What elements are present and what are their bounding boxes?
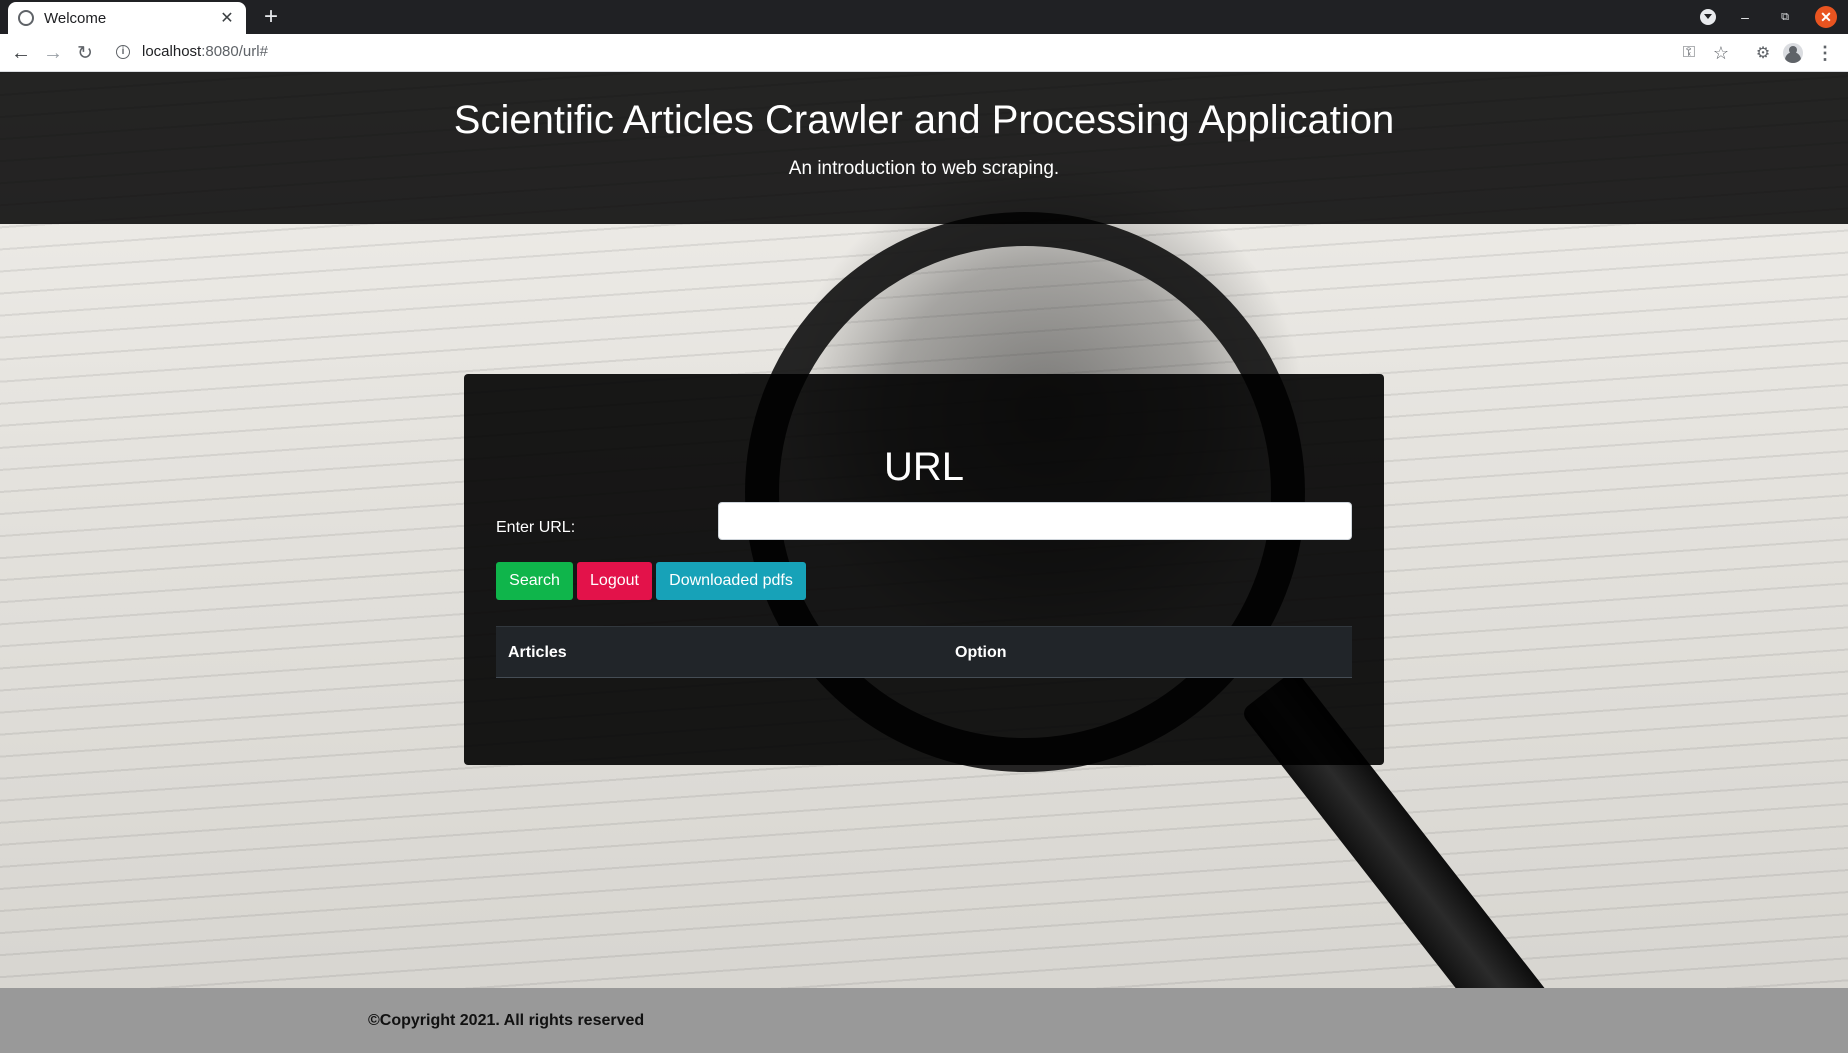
url-host: localhost xyxy=(142,43,202,60)
address-bar[interactable]: localhost:8080/url# xyxy=(142,43,268,60)
restore-icon[interactable]: ⧉ xyxy=(1772,0,1798,34)
close-icon: ✕ xyxy=(1815,6,1837,28)
kebab-menu-icon[interactable]: ⋮ xyxy=(1812,40,1838,66)
page-body: Scientific Articles Crawler and Processi… xyxy=(0,72,1848,1053)
url-input[interactable] xyxy=(718,502,1352,540)
tab-close-icon[interactable]: ✕ xyxy=(218,8,236,28)
url-path: :8080/url# xyxy=(201,43,268,60)
reload-icon[interactable]: ↻ xyxy=(72,40,98,66)
profile-icon[interactable] xyxy=(1780,40,1806,66)
close-window-button[interactable]: ✕ xyxy=(1812,0,1840,34)
page-subtitle: An introduction to web scraping. xyxy=(788,158,1060,179)
url-label: Enter URL: xyxy=(496,519,576,536)
hero-header: Scientific Articles Crawler and Processi… xyxy=(0,72,1848,224)
back-arrow-icon[interactable]: ← xyxy=(8,40,34,66)
browser-tab[interactable]: Welcome ✕ xyxy=(8,2,246,34)
forward-arrow-icon[interactable]: → xyxy=(40,40,66,66)
browser-toolbar: ← → ↻ i localhost:8080/url# ⚿ ☆ ⚙ ⋮ xyxy=(0,34,1848,72)
card-title: URL xyxy=(883,445,965,489)
logout-button[interactable]: Logout xyxy=(577,562,652,600)
table-header-option: Option xyxy=(955,644,1007,661)
globe-icon xyxy=(18,10,34,26)
downloaded-pdfs-button[interactable]: Downloaded pdfs xyxy=(656,562,806,600)
browser-tab-bar: Welcome ✕ + – ⧉ ✕ xyxy=(0,0,1848,34)
star-icon[interactable]: ☆ xyxy=(1708,40,1734,66)
url-card: URL Enter URL: Search Logout Downloaded … xyxy=(464,374,1384,765)
new-tab-icon[interactable]: + xyxy=(258,4,284,30)
table-header-articles: Articles xyxy=(508,644,567,661)
copyright-text: ©Copyright 2021. All rights reserved xyxy=(368,1012,645,1029)
site-info-icon[interactable]: i xyxy=(116,45,130,59)
tab-search-icon[interactable] xyxy=(1694,0,1722,34)
articles-table: Articles Option xyxy=(496,626,1352,678)
key-icon[interactable]: ⚿ xyxy=(1676,40,1702,66)
page-title: Scientific Articles Crawler and Processi… xyxy=(453,98,1395,142)
tab-title: Welcome xyxy=(44,9,107,27)
search-button[interactable]: Search xyxy=(496,562,573,600)
footer: ©Copyright 2021. All rights reserved xyxy=(0,988,1848,1053)
minimize-icon[interactable]: – xyxy=(1732,0,1758,34)
puzzle-extension-icon[interactable]: ⚙ xyxy=(1750,40,1776,66)
